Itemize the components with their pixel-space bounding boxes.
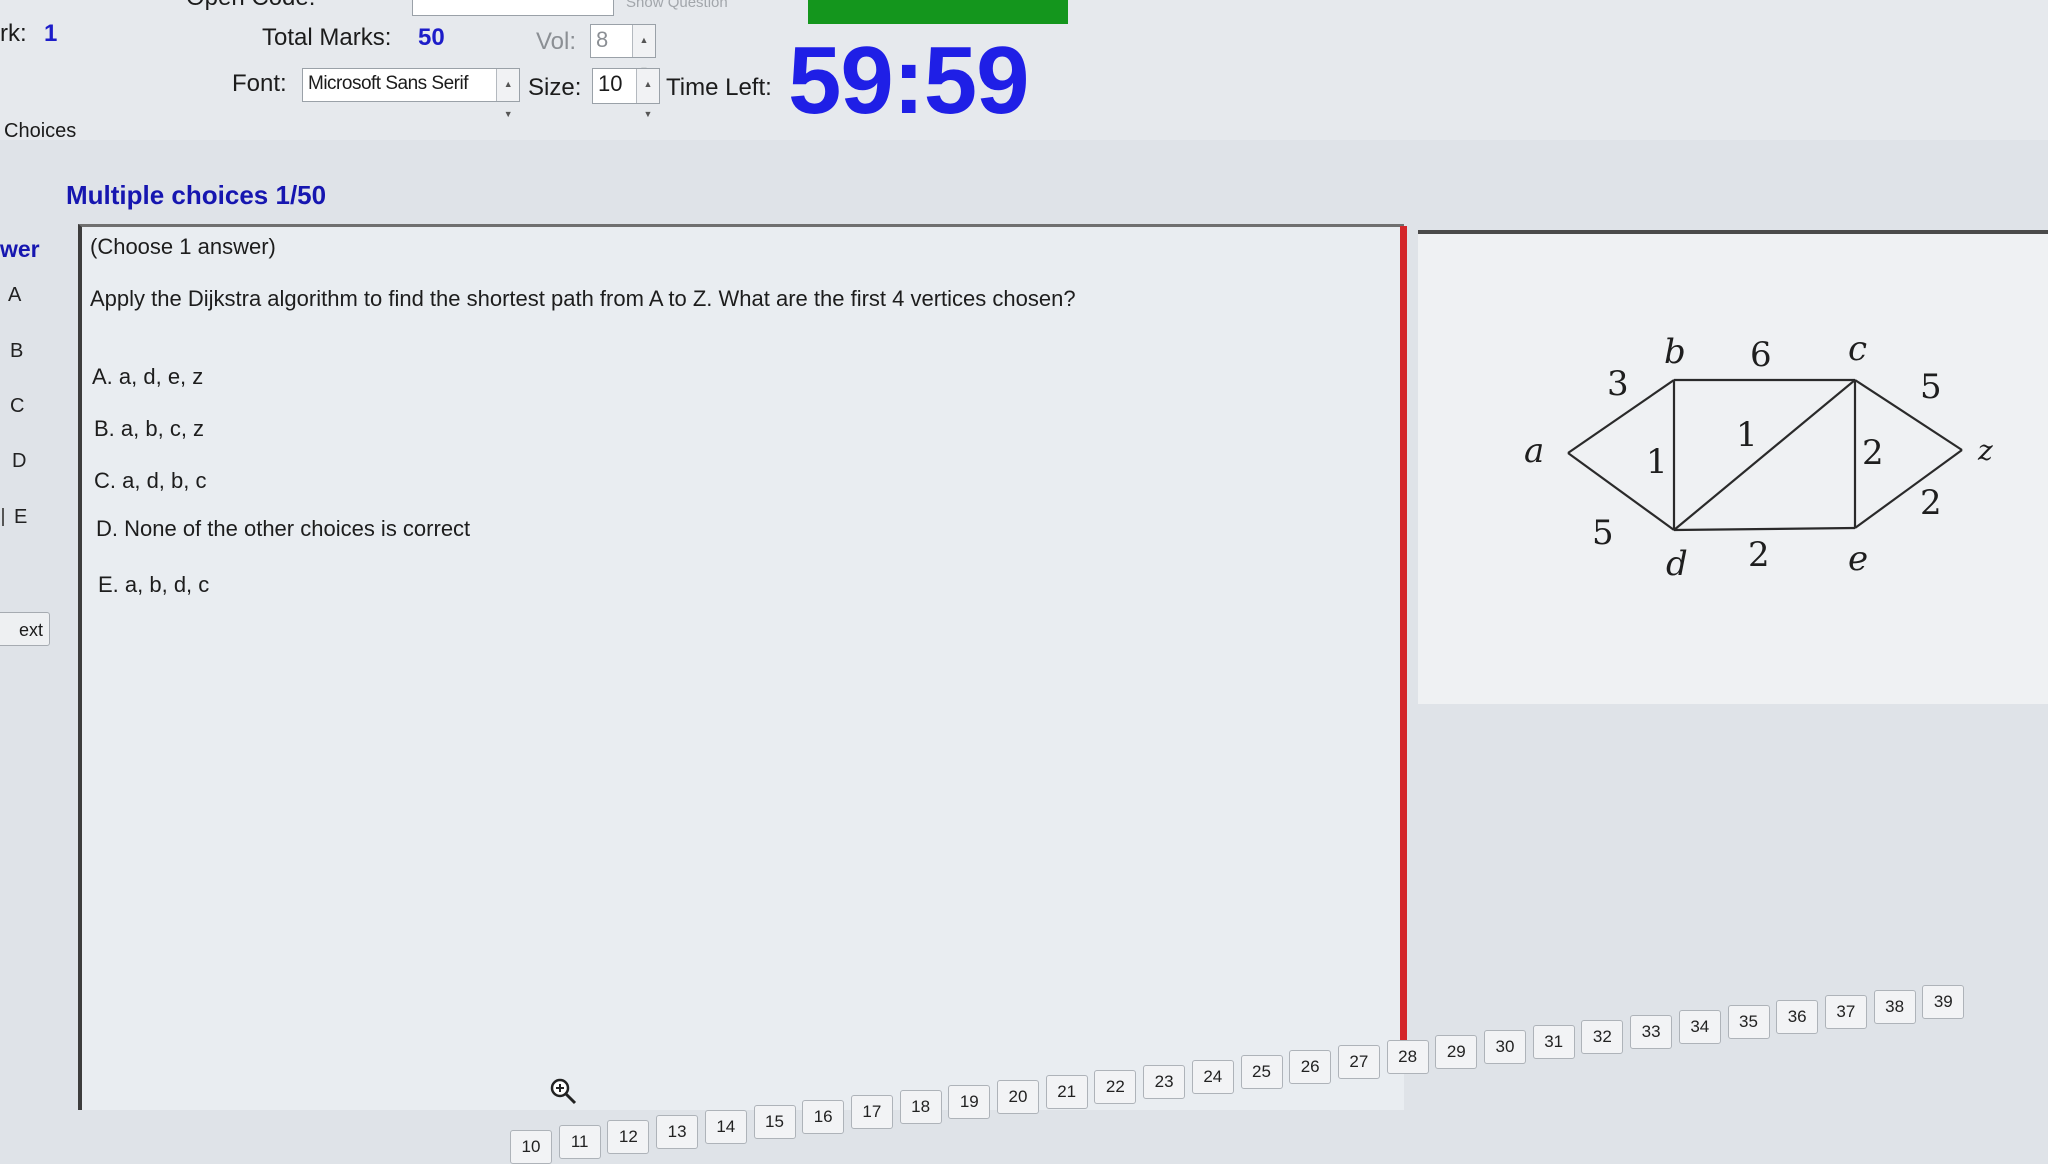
question-number-button[interactable]: 25 (1240, 1055, 1283, 1089)
total-marks-label: Total Marks: (262, 24, 392, 51)
question-number-button[interactable]: 36 (1776, 1000, 1819, 1034)
zoom-cursor-icon (550, 1078, 577, 1105)
option-b[interactable]: B. a, b, c, z (94, 416, 204, 442)
weight-e-z: 2 (1920, 483, 1942, 523)
vertex-z: z (1977, 434, 1993, 467)
font-select[interactable]: Microsoft Sans Serif ▲ ▼ (302, 68, 520, 119)
weight-d-e: 2 (1748, 535, 1770, 575)
question-number-button[interactable]: 20 (997, 1080, 1039, 1114)
edge-d-c (1673, 379, 1856, 531)
weight-b-c: 6 (1750, 335, 1772, 375)
question-number-button[interactable]: 30 (1484, 1030, 1526, 1064)
option-c[interactable]: C. a, d, b, c (94, 468, 207, 494)
volume-stepper-arrows-icon[interactable]: ▲▼ (632, 25, 655, 75)
next-button[interactable]: ext (0, 612, 50, 646)
vertex-a: a (1524, 431, 1544, 471)
font-value: Microsoft Sans Serif (308, 73, 469, 94)
question-number-button[interactable]: 37 (1824, 995, 1867, 1029)
edge-d-e (1673, 526, 1856, 532)
question-number-button[interactable]: 21 (1045, 1075, 1088, 1109)
question-number-button[interactable]: 13 (656, 1115, 699, 1149)
question-number-button[interactable]: 33 (1630, 1015, 1673, 1049)
question-number-button[interactable]: 19 (948, 1085, 991, 1119)
mark-label: rk: (0, 20, 27, 47)
vertex-b: b (1664, 332, 1686, 372)
font-label: Font: (232, 70, 287, 97)
question-number-button[interactable]: 10 (510, 1130, 552, 1164)
vertex-c: c (1848, 329, 1867, 369)
open-code-label: Open Code: (186, 0, 315, 12)
answer-e-marker (2, 508, 4, 526)
question-number-button[interactable]: 32 (1581, 1020, 1624, 1054)
question-number-button[interactable]: 23 (1143, 1065, 1186, 1099)
question-number-button[interactable]: 28 (1386, 1040, 1429, 1074)
panel-splitter[interactable] (1400, 226, 1407, 1041)
question-number-button[interactable]: 18 (899, 1090, 942, 1124)
volume-stepper[interactable]: 8 ▲▼ (590, 24, 656, 75)
answer-choice-d[interactable]: D (12, 450, 26, 473)
option-a[interactable]: A. a, d, e, z (92, 364, 203, 390)
weight-d-c: 1 (1736, 415, 1758, 455)
question-number-button[interactable]: 17 (850, 1095, 893, 1129)
size-value: 10 (598, 71, 623, 96)
question-number-button[interactable]: 15 (753, 1105, 796, 1139)
status-bar (808, 0, 1068, 24)
time-left-label: Time Left: (666, 74, 772, 101)
size-stepper[interactable]: 10 ▲ ▼ (592, 68, 660, 119)
weight-a-b: 3 (1607, 364, 1629, 404)
weight-c-e: 2 (1862, 433, 1884, 473)
option-e[interactable]: E. a, b, d, c (98, 572, 209, 598)
answer-choice-c[interactable]: C (10, 395, 24, 418)
mark-value: 1 (44, 20, 58, 47)
open-code-input[interactable] (412, 0, 614, 16)
question-number-button[interactable]: 26 (1289, 1050, 1332, 1084)
question-instruction: (Choose 1 answer) (90, 234, 276, 259)
show-question-button[interactable]: Show Question (626, 0, 784, 14)
question-number-button[interactable]: 27 (1337, 1045, 1380, 1079)
answer-column-header: wer (0, 236, 40, 262)
question-number-button[interactable]: 24 (1191, 1060, 1234, 1094)
question-number-button[interactable]: 14 (704, 1110, 747, 1144)
vertex-d: d (1666, 544, 1688, 584)
countdown-timer: 59:59 (788, 27, 1030, 134)
font-select-arrows-icon[interactable]: ▲ ▼ (496, 69, 519, 119)
question-number-button[interactable]: 38 (1873, 990, 1916, 1024)
question-number-button[interactable]: 35 (1727, 1005, 1770, 1039)
answer-choice-a[interactable]: A (8, 284, 21, 307)
vol-label: Vol: (536, 28, 577, 55)
size-label: Size: (528, 74, 582, 101)
question-number-button[interactable]: 11 (558, 1125, 601, 1159)
question-number-button[interactable]: 39 (1922, 985, 1965, 1019)
weight-c-z: 5 (1920, 367, 1942, 407)
question-number-button[interactable]: 29 (1435, 1035, 1478, 1069)
question-number-button[interactable]: 12 (607, 1120, 650, 1154)
volume-value: 8 (596, 27, 609, 52)
question-number-button[interactable]: 34 (1678, 1010, 1721, 1044)
section-title: Multiple choices 1/50 (66, 180, 327, 210)
answer-choice-e[interactable]: E (14, 506, 27, 529)
choices-tab[interactable]: Choices (4, 120, 76, 143)
weight-a-d: 5 (1592, 513, 1614, 553)
answer-choice-b[interactable]: B (10, 340, 23, 363)
question-prompt: Apply the Dijkstra algorithm to find the… (90, 286, 1076, 311)
total-marks-value: 50 (418, 24, 445, 51)
question-number-button[interactable]: 16 (802, 1100, 845, 1134)
option-d[interactable]: D. None of the other choices is correct (96, 516, 470, 542)
size-stepper-arrows-icon[interactable]: ▲ ▼ (636, 69, 659, 119)
graph-diagram: a b c d e z 3 5 6 1 1 2 2 5 2 (1524, 329, 1993, 584)
question-number-button[interactable]: 22 (1094, 1070, 1137, 1104)
question-panel (78, 224, 1404, 1110)
weight-b-d: 1 (1646, 442, 1668, 482)
vertex-e: e (1848, 539, 1868, 579)
question-number-button[interactable]: 31 (1532, 1025, 1575, 1059)
